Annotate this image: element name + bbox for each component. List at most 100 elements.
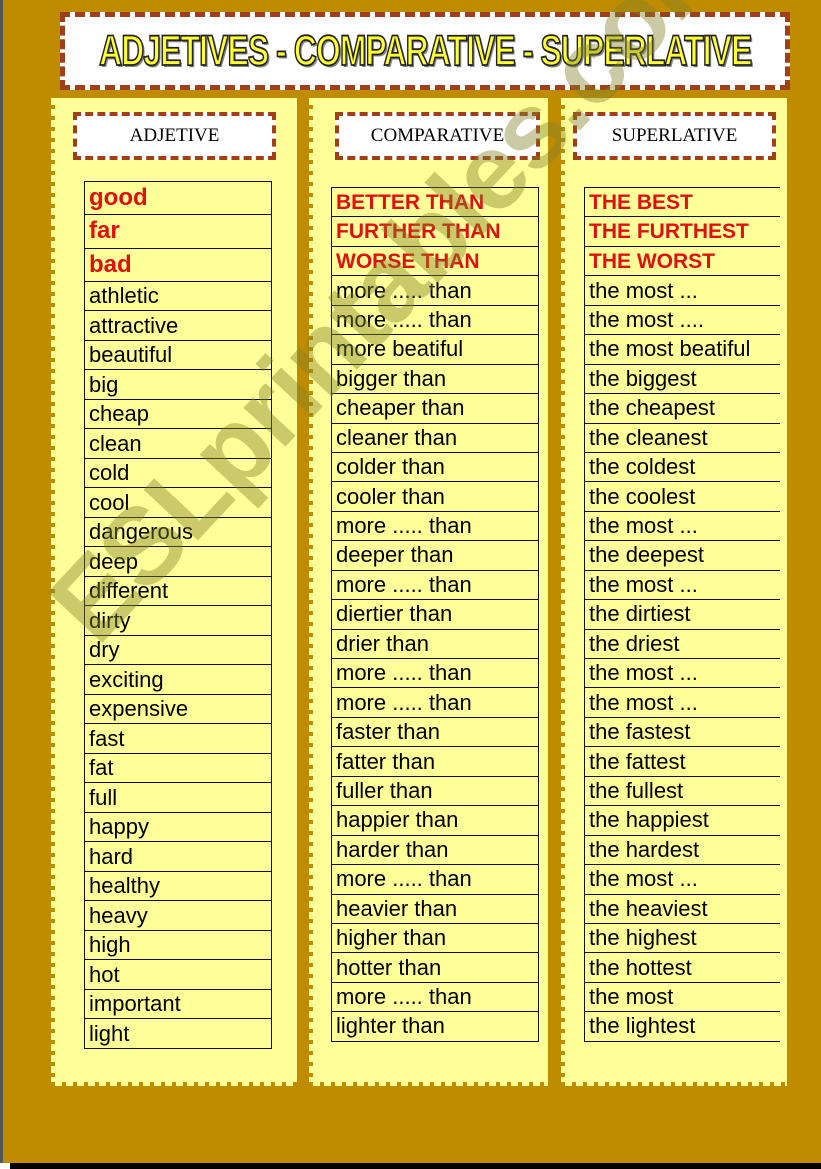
superlative-cell: the cleanest bbox=[584, 422, 780, 453]
table-row: colder than bbox=[331, 451, 539, 483]
table-row: the most ... bbox=[584, 657, 780, 689]
table-row: beautiful bbox=[84, 339, 272, 371]
adjective-cell: expensive bbox=[84, 693, 272, 725]
superlative-cell: the most ... bbox=[584, 864, 780, 895]
adjective-cell: cheap bbox=[84, 398, 272, 430]
comparative-column: COMPARATIVE BETTER THAN FURTHER THAN WORSE… bbox=[309, 98, 548, 1086]
table-row: more ..... than bbox=[331, 687, 539, 718]
adjective-cell: dirty bbox=[84, 605, 272, 636]
adjective-cell: light bbox=[84, 1018, 272, 1049]
superlative-column: SUPERLATIVE THE BEST THE FURTHEST THE WORS… bbox=[561, 98, 787, 1086]
table-row: the most ... bbox=[584, 864, 780, 895]
superlative-cell: the coolest bbox=[584, 481, 780, 512]
table-row: WORSE THAN bbox=[331, 245, 539, 277]
table-row: bigger than bbox=[331, 363, 539, 395]
table-row: big bbox=[84, 369, 272, 400]
table-row: fast bbox=[84, 723, 272, 754]
table-row: more ..... than bbox=[331, 304, 539, 336]
table-row: full bbox=[84, 782, 272, 813]
comparative-cell: more ..... than bbox=[331, 304, 539, 336]
adjective-cell: good bbox=[84, 180, 272, 216]
table-row: diertier than bbox=[331, 599, 539, 630]
table-row: more ..... than bbox=[331, 275, 539, 306]
comparative-cell: bigger than bbox=[331, 363, 539, 395]
table-row: cleaner than bbox=[331, 422, 539, 453]
table-row: the heaviest bbox=[584, 893, 780, 924]
table-row: the hottest bbox=[584, 952, 780, 983]
table-row: the most ... bbox=[584, 687, 780, 718]
comparative-cell: faster than bbox=[331, 716, 539, 748]
table-row: more ..... than bbox=[331, 981, 539, 1013]
comparative-table: BETTER THAN FURTHER THAN WORSE THAN more ..… bbox=[331, 186, 539, 1042]
table-row: high bbox=[84, 929, 272, 961]
table-row: dangerous bbox=[84, 516, 272, 548]
comparative-cell: more ..... than bbox=[331, 864, 539, 895]
comparative-cell: more ..... than bbox=[331, 510, 539, 542]
table-row: FURTHER THAN bbox=[331, 216, 539, 247]
table-row: the hardest bbox=[584, 834, 780, 866]
adjective-cell: full bbox=[84, 782, 272, 813]
table-row: attractive bbox=[84, 310, 272, 341]
comparative-cell: cheaper than bbox=[331, 393, 539, 424]
superlative-cell: the lightest bbox=[584, 1011, 780, 1042]
superlative-cell: the most ... bbox=[584, 275, 780, 306]
adjective-column: ADJETIVE good far bad athletic attractive bea… bbox=[51, 98, 297, 1086]
table-row: the most ... bbox=[584, 510, 780, 542]
adjective-cell: high bbox=[84, 929, 272, 961]
table-row: faster than bbox=[331, 716, 539, 748]
table-row: heavy bbox=[84, 900, 272, 931]
superlative-cell: THE BEST bbox=[584, 186, 780, 218]
table-row: cooler than bbox=[331, 481, 539, 512]
table-row: happy bbox=[84, 811, 272, 843]
adjective-cell: deep bbox=[84, 546, 272, 577]
comparative-header: COMPARATIVE bbox=[335, 112, 540, 160]
table-row: drier than bbox=[331, 628, 539, 660]
adjective-cell: cold bbox=[84, 457, 272, 489]
table-row: different bbox=[84, 575, 272, 607]
table-row: the coldest bbox=[584, 451, 780, 483]
comparative-cell: more beatiful bbox=[331, 334, 539, 365]
table-row: THE WORST bbox=[584, 245, 780, 277]
comparative-cell: happier than bbox=[331, 805, 539, 836]
adjective-cell: attractive bbox=[84, 310, 272, 341]
table-row: cool bbox=[84, 487, 272, 518]
comparative-cell: higher than bbox=[331, 922, 539, 954]
adjective-cell: healthy bbox=[84, 870, 272, 902]
table-row: far bbox=[84, 214, 272, 249]
table-row: the most ... bbox=[584, 275, 780, 306]
table-row: higher than bbox=[331, 922, 539, 954]
superlative-cell: the coldest bbox=[584, 451, 780, 483]
table-row: dry bbox=[84, 634, 272, 666]
table-row: happier than bbox=[331, 805, 539, 836]
superlative-cell: the deepest bbox=[584, 540, 780, 571]
table-row: the deepest bbox=[584, 540, 780, 571]
table-row: the most beatiful bbox=[584, 334, 780, 365]
adjective-cell: fat bbox=[84, 752, 272, 784]
table-row: deeper than bbox=[331, 540, 539, 571]
comparative-cell: FURTHER THAN bbox=[331, 216, 539, 247]
table-row: the most bbox=[584, 981, 780, 1013]
superlative-cell: the driest bbox=[584, 628, 780, 660]
superlative-cell: the heaviest bbox=[584, 893, 780, 924]
adjective-cell: dangerous bbox=[84, 516, 272, 548]
page-edge bbox=[0, 0, 3, 1169]
superlative-cell: the happiest bbox=[584, 805, 780, 836]
table-row: the cheapest bbox=[584, 393, 780, 424]
superlative-cell: the biggest bbox=[584, 363, 780, 395]
table-row: clean bbox=[84, 428, 272, 459]
adjective-cell: beautiful bbox=[84, 339, 272, 371]
table-row: more ..... than bbox=[331, 569, 539, 601]
superlative-cell: the highest bbox=[584, 922, 780, 954]
table-row: cold bbox=[84, 457, 272, 489]
table-row: important bbox=[84, 988, 272, 1020]
comparative-cell: more ..... than bbox=[331, 687, 539, 718]
superlative-header: SUPERLATIVE bbox=[573, 112, 776, 160]
table-row: THE FURTHEST bbox=[584, 216, 780, 247]
table-row: more ..... than bbox=[331, 864, 539, 895]
table-row: the fattest bbox=[584, 746, 780, 777]
superlative-cell: the hardest bbox=[584, 834, 780, 866]
table-row: lighter than bbox=[331, 1011, 539, 1042]
table-row: more ..... than bbox=[331, 510, 539, 542]
bottom-bar bbox=[10, 1163, 821, 1169]
superlative-cell: the fattest bbox=[584, 746, 780, 777]
